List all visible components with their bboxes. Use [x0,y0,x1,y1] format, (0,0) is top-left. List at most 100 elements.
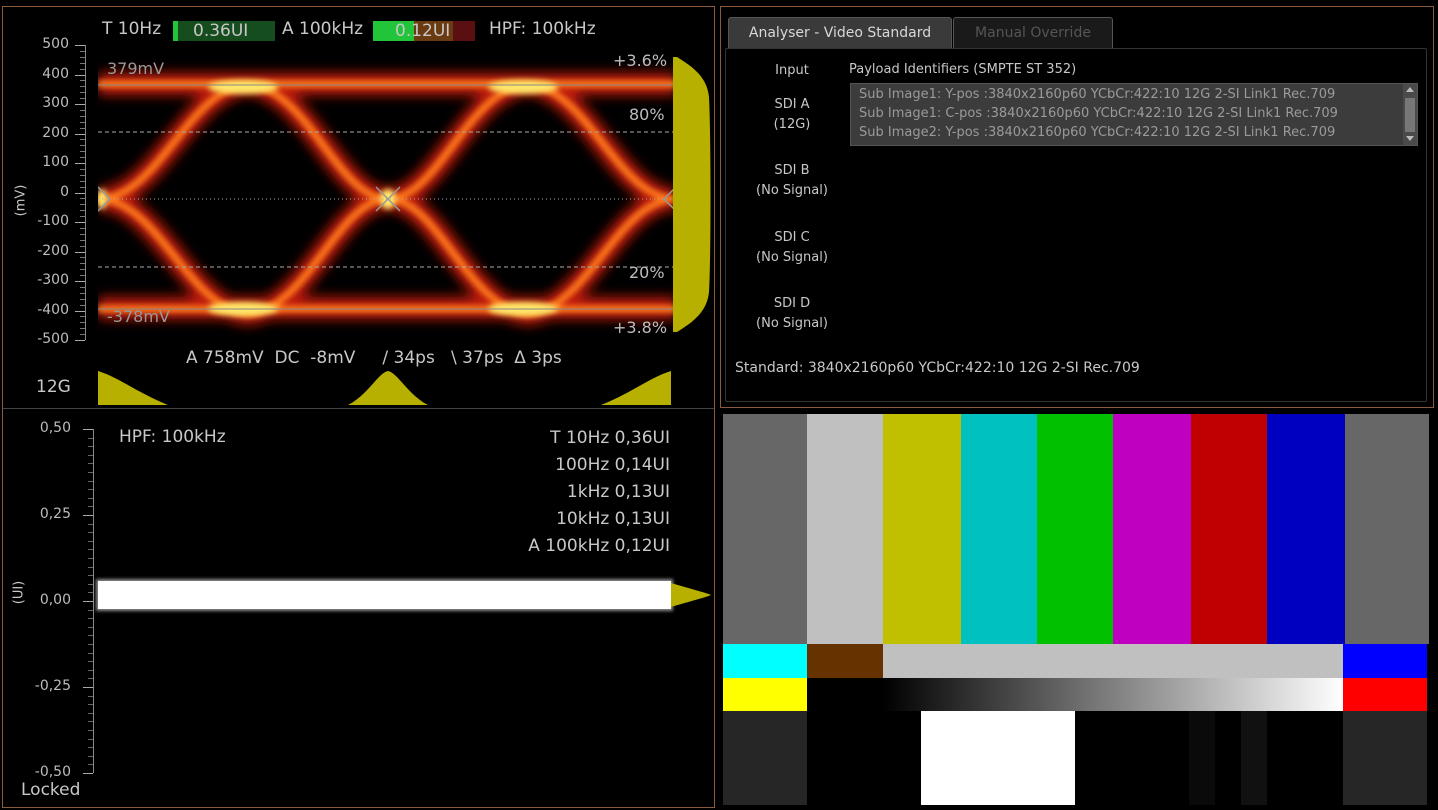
payload-item[interactable]: Sub Image1: C-pos :3840x2160p60 YCbCr:42… [859,104,1417,123]
color-bar [1191,414,1267,644]
payload-item[interactable]: Sub Image1: Y-pos :3840x2160p60 YCbCr:42… [859,85,1417,104]
overshoot-top-label: +3.6% [613,51,668,70]
bar-blue [1343,644,1427,678]
jitter-y-tick [83,515,93,516]
eye-y-tick [75,74,85,76]
jitter-reading: 10kHz 0,13UI [556,509,670,529]
eye-diagram-panel: T 10Hz 0.36UI A 100kHz 0.12UI HPF: 100kH… [2,6,715,408]
jitter-y-axis-line [93,429,94,773]
eye-y-tick [75,192,85,194]
input-name: SDI D [773,296,811,311]
scroll-thumb[interactable] [1405,98,1415,132]
eye-y-tick-label: -300 [37,272,69,288]
t-jitter-meter: 0.36UI [173,21,275,41]
jitter-reading: 100Hz 0,14UI [555,455,670,475]
eye-y-tick-label: -200 [37,242,69,259]
eye-y-tick-label: -500 [37,331,69,347]
eye-y-tick-label: 300 [42,95,69,111]
input-name: SDI B [774,163,810,178]
eye-y-tick [75,133,85,135]
eye-y-tick [75,251,85,253]
pct-20-label: 20% [629,263,665,282]
bar-white [921,711,1075,805]
upper-level-label: 379mV [107,59,165,78]
bar-brown [807,644,883,678]
input-status: (No Signal) [756,183,828,198]
eye-y-tick [75,163,85,164]
video-standard-label: Standard: 3840x2160p60 YCbCr:422:10 12G … [735,360,1140,376]
jitter-panel: (UI) 0,50 0,25 0,00 -0,25 -0,50 HPF: 100kHz … [2,408,715,808]
jitter-reading: 1kHz 0,13UI [566,482,670,502]
jitter-reading: T 10Hz 0,36UI [550,428,670,448]
luma-ramp [807,678,1343,711]
eye-y-tick-label: 500 [42,36,69,52]
color-bar [1037,414,1113,644]
input-column-header: Input [775,63,809,78]
eye-y-tick-label: 0 [60,183,69,200]
jitter-y-tick-label: 0,00 [39,592,71,608]
amplitude-histogram [673,57,711,332]
overshoot-bottom-label: +3.8% [613,318,668,337]
analyser-panel: Analyser - Video Standard Manual Overrid… [720,6,1434,408]
a-jitter-value: 0.12UI [395,21,451,41]
jitter-trace [98,581,671,609]
bar-red [1343,678,1427,711]
picture-monitor [720,410,1434,808]
input-status: (No Signal) [756,250,828,265]
eye-y-tick [75,104,85,105]
input-sdi-d[interactable]: SDI D (No Signal) [737,294,847,334]
eye-y-tick-label: -100 [37,213,69,229]
bar-black-1 [807,711,921,805]
input-sdi-a[interactable]: SDI A (12G) [737,95,847,135]
jitter-y-tick-label: -0,50 [34,764,71,780]
color-bar [883,414,961,644]
jitter-y-tick-label: -0,25 [34,678,71,694]
eye-hpf-label: HPF: 100kHz [489,19,596,39]
scroll-down-icon[interactable] [1406,136,1414,141]
jitter-hpf-label: HPF: 100kHz [119,427,226,447]
lock-status: Locked [21,780,81,800]
eye-y-tick-label: 100 [42,154,69,170]
timing-histogram [98,371,671,405]
a-freq-label: A 100kHz [282,19,364,39]
jitter-y-tick [83,773,93,774]
color-bar [1267,414,1345,644]
tab-analyser-video-standard[interactable]: Analyser - Video Standard [728,17,952,48]
scroll-up-icon[interactable] [1406,87,1414,92]
jitter-y-tick [83,687,93,688]
payload-item[interactable]: Sub Image2: Y-pos :3840x2160p60 YCbCr:42… [859,123,1417,142]
jitter-y-tick-label: 0,25 [39,506,71,522]
payload-list[interactable]: Sub Image1: Y-pos :3840x2160p60 YCbCr:42… [850,83,1418,146]
jitter-reading: A 100kHz 0,12UI [528,536,670,556]
pluge-area [1075,711,1343,805]
jitter-y-tick-label: 0,50 [39,420,71,436]
bar-cyan [723,644,807,678]
eye-y-tick [75,340,85,341]
input-name: SDI C [774,230,810,245]
eye-diagram-plot [98,72,676,326]
jitter-y-axis-label: (UI) [11,580,27,605]
eye-y-tick [75,222,85,223]
eye-measurements: A 758mV DC -8mV / 34ps \ 37ps Δ 3ps [186,348,562,368]
jitter-y-tick [83,601,93,602]
eye-y-tick [75,281,85,282]
input-sdi-b[interactable]: SDI B (No Signal) [737,161,847,201]
color-bar [807,414,883,644]
eye-y-axis-line [85,45,86,340]
eye-y-tick-label: -400 [37,301,69,318]
color-bar [723,414,807,644]
payload-scrollbar[interactable] [1403,84,1417,145]
bar-gray-strip [883,644,1343,678]
bar-dark-gray-left [723,711,807,805]
jitter-histogram [671,583,711,607]
tab-manual-override[interactable]: Manual Override [953,17,1113,48]
t-freq-label: T 10Hz [102,19,162,39]
t-jitter-value: 0.36UI [193,21,249,41]
color-bar [961,414,1037,644]
input-name: SDI A [774,97,810,112]
lower-level-label: -378mV [107,307,170,326]
input-sdi-c[interactable]: SDI C (No Signal) [737,228,847,268]
bar-dark-gray-right [1343,711,1427,805]
eye-y-tick [75,45,85,46]
payload-column-header: Payload Identifiers (SMPTE ST 352) [849,62,1077,77]
